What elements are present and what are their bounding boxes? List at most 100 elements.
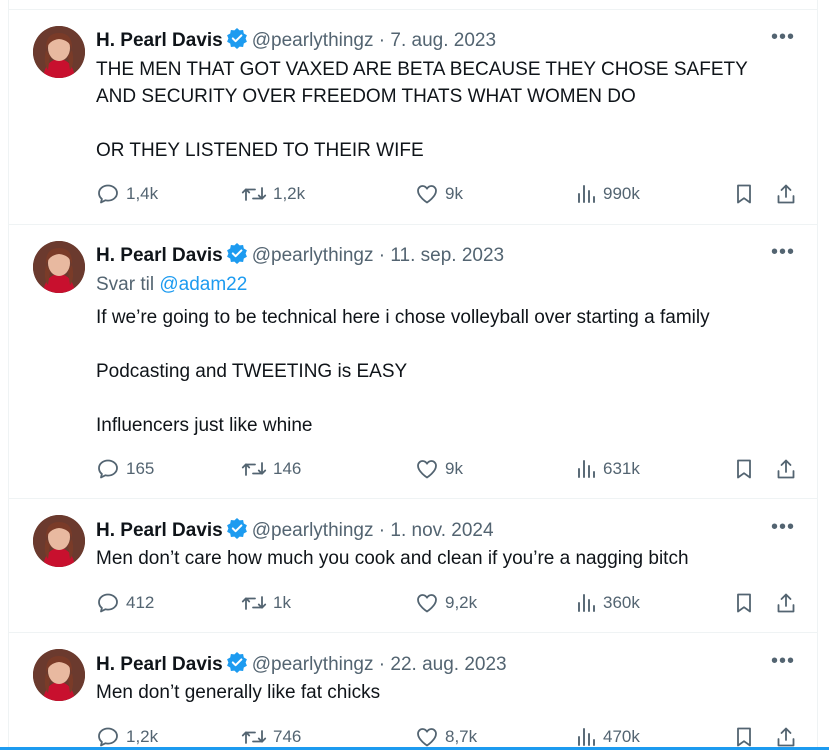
retweet-count: 146 [273, 459, 302, 478]
reply-count: 165 [126, 459, 155, 478]
view-count: 470k [603, 727, 640, 746]
bookmark-button[interactable] [733, 591, 755, 615]
bookmark-button[interactable] [733, 182, 755, 206]
tweet-4[interactable]: H. Pearl Davis @pearlythingz · 22. aug. 2… [9, 633, 817, 750]
avatar[interactable] [33, 241, 85, 293]
tweet-text: Men don’t care how much you cook and cle… [96, 545, 786, 572]
reply-button[interactable]: 165 [96, 457, 154, 481]
tweet-header: H. Pearl Davis @pearlythingz · 11. sep. 2… [96, 242, 504, 266]
reply-count: 412 [126, 593, 155, 612]
share-icon [777, 727, 795, 747]
verified-badge-icon [226, 242, 248, 271]
retweet-count: 746 [273, 727, 302, 746]
share-button[interactable] [775, 591, 797, 615]
like-button[interactable]: 8,7k [415, 725, 477, 749]
retweet-button[interactable]: 746 [241, 725, 301, 749]
retweet-icon [241, 730, 267, 744]
like-count: 9k [445, 184, 463, 203]
view-count: 360k [603, 593, 640, 612]
more-options-icon[interactable]: ••• [771, 517, 795, 544]
reply-icon [98, 184, 118, 204]
views-button[interactable]: 470k [575, 725, 640, 749]
reply-button[interactable]: 1,4k [96, 182, 158, 206]
verified-badge-icon [226, 651, 248, 680]
reply-button[interactable]: 412 [96, 591, 154, 615]
retweet-count: 1k [273, 593, 291, 612]
bookmark-button[interactable] [733, 725, 755, 749]
handle-and-date[interactable]: @pearlythingz · 22. aug. 2023 [252, 654, 507, 675]
views-icon [578, 594, 595, 612]
share-button[interactable] [775, 725, 797, 749]
bookmark-icon [737, 184, 751, 204]
action-bar: 412 1k 9,2k 360k [96, 591, 808, 615]
bookmark-icon [737, 727, 751, 747]
heart-icon [417, 185, 437, 204]
tweet-text: THE MEN THAT GOT VAXED ARE BETA BECAUSE … [96, 56, 786, 164]
share-button[interactable] [775, 457, 797, 481]
verified-badge-icon [226, 27, 248, 56]
retweet-icon [241, 596, 267, 610]
tweet-text-line: Podcasting and TWEETING is EASY [96, 361, 408, 382]
retweet-count: 1,2k [273, 184, 306, 203]
replying-to-link[interactable]: @adam22 [159, 274, 247, 295]
action-bar: 1,4k 1,2k 9k 990k [96, 182, 808, 206]
bookmark-icon [737, 593, 751, 613]
more-options-icon[interactable]: ••• [771, 651, 795, 678]
retweet-icon [241, 462, 267, 476]
handle-and-date[interactable]: @pearlythingz · 11. sep. 2023 [252, 245, 504, 266]
author-name[interactable]: H. Pearl Davis [96, 30, 223, 51]
tweet-text-line: Influencers just like whine [96, 415, 313, 436]
reply-button[interactable]: 1,2k [96, 725, 158, 749]
tweet-2[interactable]: H. Pearl Davis @pearlythingz · 11. sep. 2… [9, 225, 817, 498]
tweet-text-line: THE MEN THAT GOT VAXED ARE BETA BECAUSE … [96, 59, 748, 107]
share-icon [777, 459, 795, 479]
views-button[interactable]: 360k [575, 591, 640, 615]
avatar[interactable] [33, 515, 85, 567]
share-button[interactable] [775, 182, 797, 206]
heart-icon [417, 728, 437, 747]
tweet-text-line: If we’re going to be technical here i ch… [96, 307, 710, 328]
reply-count: 1,4k [126, 184, 159, 203]
tweet-text: If we’re going to be technical here i ch… [96, 304, 786, 439]
handle-and-date[interactable]: @pearlythingz · 7. aug. 2023 [252, 30, 496, 51]
like-button[interactable]: 9,2k [415, 591, 477, 615]
reply-icon [98, 593, 118, 613]
like-count: 9k [445, 459, 463, 478]
author-name[interactable]: H. Pearl Davis [96, 520, 223, 541]
tweet-3[interactable]: H. Pearl Davis @pearlythingz · 1. nov. 20… [9, 499, 817, 632]
retweet-button[interactable]: 1,2k [241, 182, 305, 206]
like-count: 9,2k [445, 593, 478, 612]
tweet-header: H. Pearl Davis @pearlythingz · 7. aug. 20… [96, 27, 496, 51]
more-options-icon[interactable]: ••• [771, 27, 795, 54]
views-icon [578, 460, 595, 478]
view-count: 631k [603, 459, 640, 478]
avatar[interactable] [33, 649, 85, 701]
replying-to: Svar til @adam22 [96, 273, 247, 297]
author-name[interactable]: H. Pearl Davis [96, 245, 223, 266]
views-button[interactable]: 631k [575, 457, 640, 481]
tweet-header: H. Pearl Davis @pearlythingz · 22. aug. 2… [96, 651, 507, 675]
author-name[interactable]: H. Pearl Davis [96, 654, 223, 675]
reply-count: 1,2k [126, 727, 159, 746]
tweet-text-line: OR THEY LISTENED TO THEIR WIFE [96, 140, 424, 161]
retweet-button[interactable]: 1k [241, 591, 291, 615]
views-icon [578, 728, 595, 746]
more-options-icon[interactable]: ••• [771, 242, 795, 269]
tweet-text-line: Men don’t generally like fat chicks [96, 682, 381, 703]
like-button[interactable]: 9k [415, 457, 463, 481]
verified-badge-icon [226, 517, 248, 546]
retweet-button[interactable]: 146 [241, 457, 301, 481]
bookmark-button[interactable] [733, 457, 755, 481]
like-button[interactable]: 9k [415, 182, 463, 206]
retweet-icon [241, 187, 267, 201]
tweet-header: H. Pearl Davis @pearlythingz · 1. nov. 20… [96, 517, 494, 541]
tweet-1[interactable]: H. Pearl Davis @pearlythingz · 7. aug. 20… [9, 10, 817, 224]
avatar[interactable] [33, 26, 85, 78]
handle-and-date[interactable]: @pearlythingz · 1. nov. 2024 [252, 520, 494, 541]
share-icon [777, 184, 795, 204]
views-button[interactable]: 990k [575, 182, 640, 206]
heart-icon [417, 594, 437, 613]
heart-icon [417, 460, 437, 479]
reply-icon [98, 459, 118, 479]
action-bar: 165 146 9k 631k [96, 457, 808, 481]
